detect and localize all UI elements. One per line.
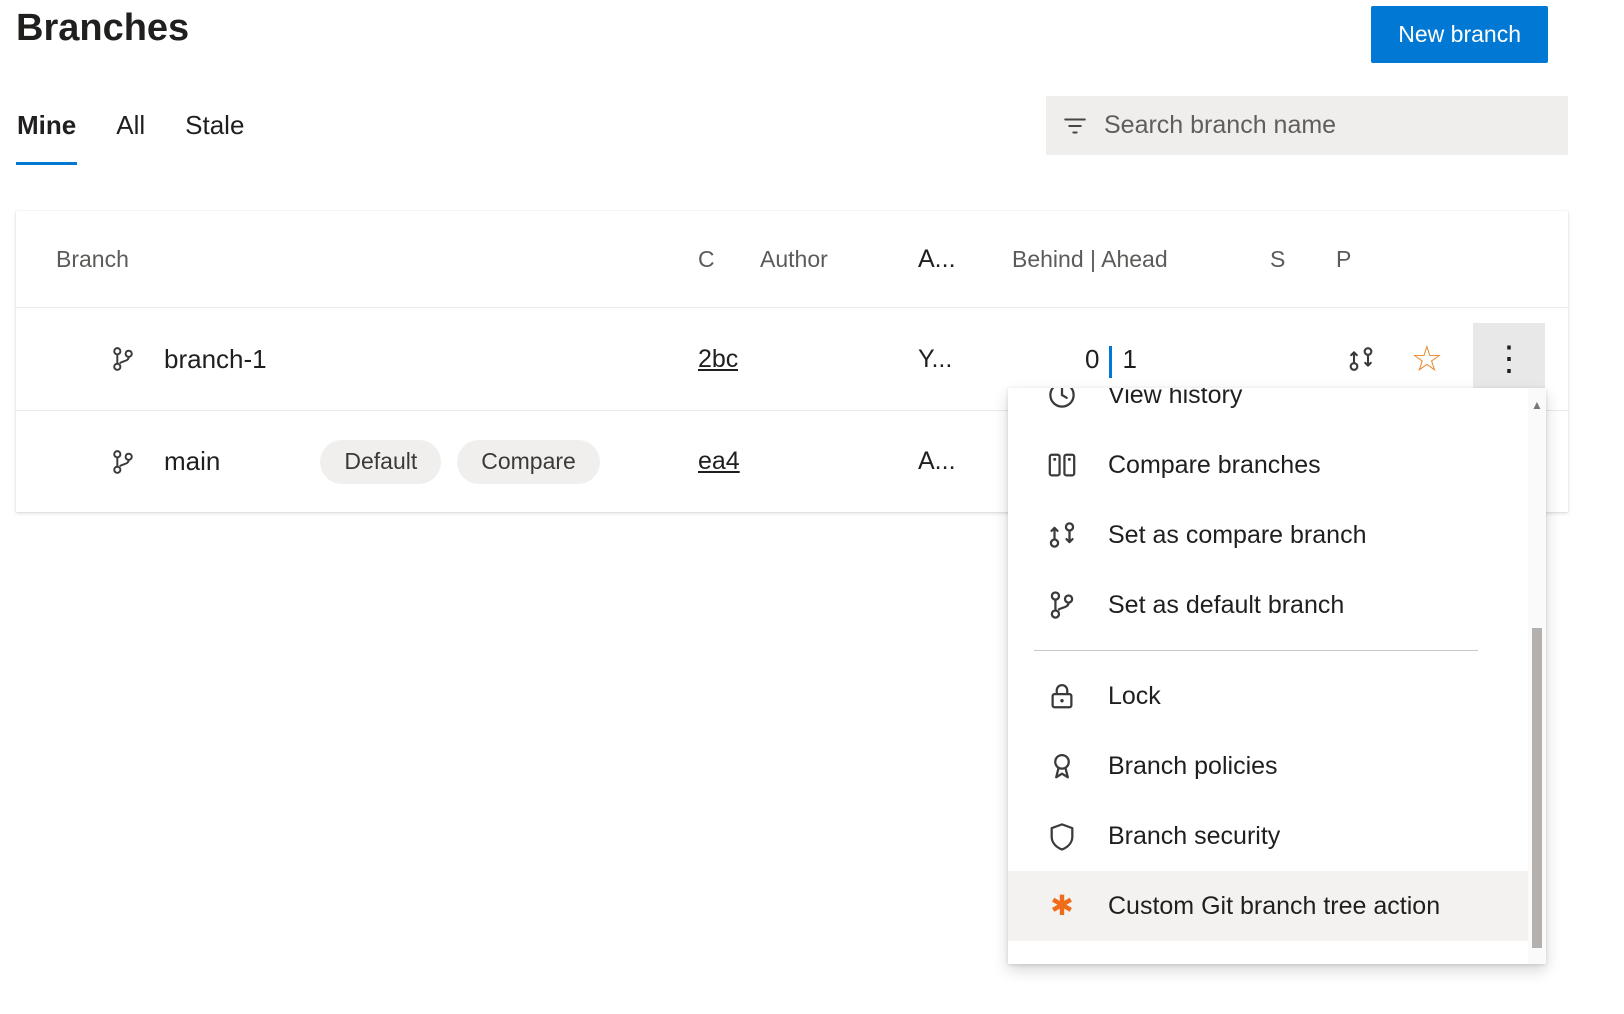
ahead-count: 1 — [1122, 344, 1136, 375]
menu-item-label: Compare branches — [1108, 451, 1321, 480]
git-branch-icon — [110, 346, 136, 372]
menu-item-label: Branch security — [1108, 822, 1280, 851]
menu-item-branch-security[interactable]: Branch security — [1008, 801, 1528, 871]
tab-stale[interactable]: Stale — [184, 110, 245, 165]
menu-item-label: Lock — [1108, 682, 1161, 711]
compare-branches-icon — [1046, 450, 1078, 480]
commit-link[interactable]: 2bc — [698, 345, 738, 374]
column-header-author[interactable]: Author — [760, 246, 828, 273]
branch-name-link[interactable]: branch-1 — [164, 344, 267, 375]
menu-item-view-history[interactable]: View history — [1008, 388, 1528, 430]
menu-item-label: Custom Git branch tree action — [1108, 892, 1440, 921]
menu-item-set-as-compare-branch[interactable]: Set as compare branch — [1008, 500, 1528, 570]
menu-item-branch-policies[interactable]: Branch policies — [1008, 731, 1528, 801]
default-badge: Default — [320, 440, 441, 484]
scroll-up-icon[interactable]: ▲ — [1531, 398, 1543, 412]
menu-item-label: Set as default branch — [1108, 591, 1344, 620]
column-header-branch[interactable]: Branch — [56, 246, 129, 273]
behind-ahead-divider — [1109, 346, 1112, 378]
menu-item-label: View history — [1108, 388, 1242, 410]
menu-scrollbar[interactable]: ▲ — [1528, 388, 1546, 964]
menu-item-lock[interactable]: Lock — [1008, 661, 1528, 731]
new-branch-button[interactable]: New branch — [1371, 6, 1548, 63]
compare-branch-icon[interactable] — [1347, 345, 1375, 373]
set-compare-branch-icon — [1046, 520, 1078, 550]
branch-search-box[interactable] — [1046, 96, 1568, 155]
authored-date-cell: Y... — [918, 345, 1012, 374]
column-header-status[interactable]: S — [1270, 246, 1285, 273]
menu-item-label: Branch policies — [1108, 752, 1278, 781]
menu-item-set-as-default-branch[interactable]: Set as default branch — [1008, 570, 1528, 640]
more-options-icon: ⋮ — [1492, 342, 1526, 376]
page-header: Branches New branch — [0, 0, 1624, 63]
menu-divider — [1034, 650, 1478, 651]
branch-context-menu: View history Compare branches Set as com… — [1008, 388, 1546, 964]
menu-item-compare-branches[interactable]: Compare branches — [1008, 430, 1528, 500]
context-menu-items: View history Compare branches Set as com… — [1008, 388, 1528, 941]
behind-ahead-cell: 0 1 — [1012, 343, 1270, 375]
search-input[interactable] — [1104, 111, 1552, 140]
column-header-authored-date[interactable]: A... — [918, 245, 956, 274]
git-branch-icon — [110, 449, 136, 475]
tab-mine[interactable]: Mine — [16, 110, 77, 165]
toolbar: Mine All Stale — [0, 63, 1624, 165]
menu-item-custom-git-branch-tree-action[interactable]: ✱ Custom Git branch tree action — [1008, 871, 1528, 941]
table-header-row: Branch C Author A... Behind | Ahead S P — [16, 211, 1568, 308]
behind-count: 0 — [1085, 344, 1099, 375]
branch-security-icon — [1046, 821, 1078, 851]
tab-all[interactable]: All — [115, 110, 146, 165]
column-header-pull-request[interactable]: P — [1336, 246, 1351, 273]
lock-icon — [1046, 681, 1078, 711]
commit-link[interactable]: ea4 — [698, 447, 740, 476]
favorite-star-icon[interactable]: ☆ — [1411, 341, 1443, 377]
menu-item-label: Set as compare branch — [1108, 521, 1366, 550]
authored-date-cell: A... — [918, 447, 1012, 476]
column-header-commit[interactable]: C — [698, 246, 715, 273]
page-title: Branches — [16, 6, 189, 52]
history-icon — [1046, 388, 1078, 410]
branch-policies-icon — [1046, 751, 1078, 781]
more-options-button[interactable]: ⋮ — [1473, 323, 1545, 395]
compare-badge: Compare — [457, 440, 600, 484]
custom-action-icon: ✱ — [1046, 892, 1078, 920]
column-header-behind-ahead[interactable]: Behind | Ahead — [1012, 246, 1168, 273]
tab-bar: Mine All Stale — [16, 96, 245, 165]
filter-icon — [1062, 113, 1088, 139]
row-actions-cell: ☆ ⋮ — [1336, 323, 1568, 395]
scrollbar-thumb[interactable] — [1532, 628, 1542, 948]
set-default-branch-icon — [1046, 590, 1078, 620]
branch-name-link[interactable]: main — [164, 446, 220, 477]
